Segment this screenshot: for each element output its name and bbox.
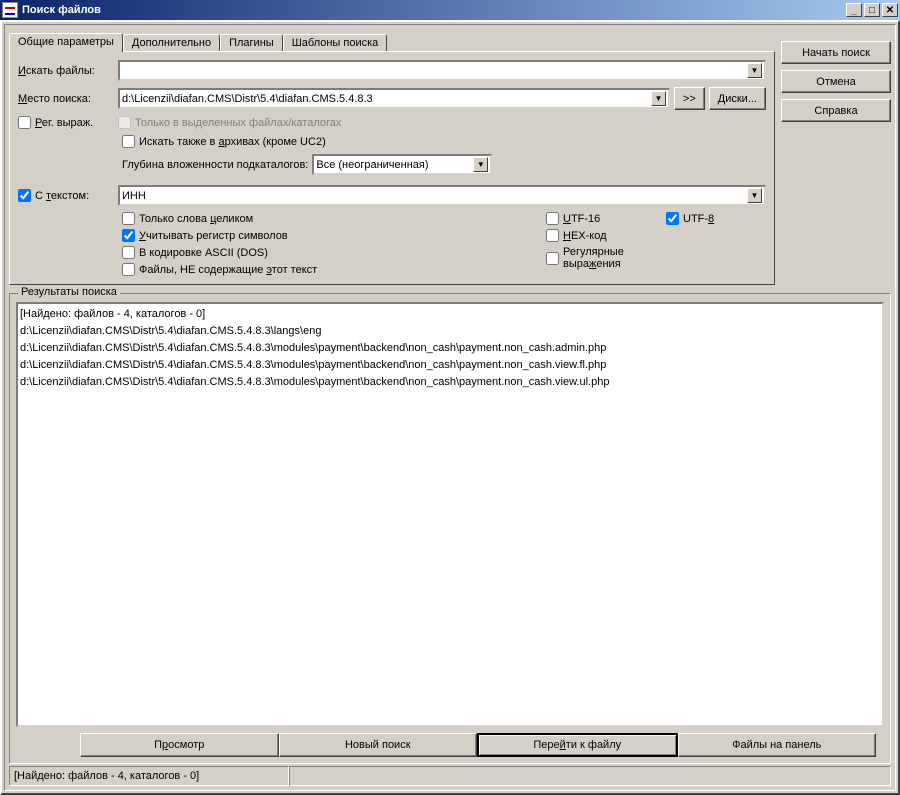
tab-advanced-label: Дополнительно	[132, 37, 211, 49]
result-item[interactable]: d:\Licenzii\diafan.CMS\Distr\5.4\diafan.…	[20, 340, 880, 357]
case-label: Учитывать регистр символов	[139, 230, 288, 242]
chevron-down-icon[interactable]: ▼	[473, 157, 488, 172]
new-search-label: Новый поиск	[345, 739, 411, 751]
more-path-label: >>	[683, 93, 696, 105]
results-legend: Результаты поиска	[18, 286, 120, 298]
tab-advanced[interactable]: Дополнительно	[123, 34, 220, 51]
start-search-button[interactable]: Начать поиск	[781, 41, 891, 64]
more-path-button[interactable]: >>	[674, 87, 705, 110]
app-icon	[2, 2, 18, 18]
label-search-files: Искать файлы:	[18, 65, 114, 77]
results-summary-row[interactable]: [Найдено: файлов - 4, каталогов - 0]	[20, 306, 880, 323]
tab-general-label: Общие параметры	[18, 36, 114, 48]
depth-value: Все (неограниченная)	[316, 159, 428, 171]
status-cell: [Найдено: файлов - 4, каталогов - 0]	[9, 766, 289, 786]
search-mask-combo[interactable]: ▼	[118, 60, 766, 81]
status-bar: [Найдено: файлов - 4, каталогов - 0]	[9, 766, 891, 786]
search-path-combo[interactable]: d:\Licenzii\diafan.CMS\Distr\5.4\diafan.…	[118, 88, 670, 109]
search-path-value: d:\Licenzii\diafan.CMS\Distr\5.4\diafan.…	[122, 93, 373, 105]
whole-words-label: Только слова целиком	[139, 213, 253, 225]
depth-combo[interactable]: Все (неограниченная) ▼	[312, 154, 492, 175]
only-selected-input	[118, 116, 131, 129]
tab-templates[interactable]: Шаблоны поиска	[283, 34, 388, 51]
case-checkbox[interactable]: Учитывать регистр символов	[122, 229, 546, 242]
depth-label: Глубина вложенности подкаталогов:	[122, 159, 308, 171]
with-text-label: С текстом:	[35, 190, 89, 202]
status-text: [Найдено: файлов - 4, каталогов - 0]	[14, 770, 199, 782]
cancel-button[interactable]: Отмена	[781, 70, 891, 93]
content-area: Общие параметры Дополнительно Плагины Ша…	[4, 24, 896, 791]
result-item[interactable]: d:\Licenzii\diafan.CMS\Distr\5.4\diafan.…	[20, 374, 880, 391]
cancel-label: Отмена	[816, 76, 855, 88]
files-to-panel-button[interactable]: Файлы на панель	[678, 733, 877, 757]
only-selected-checkbox: Только в выделенных файлах/каталогах	[118, 116, 341, 129]
utf16-checkbox[interactable]: UTF-16	[546, 212, 666, 225]
result-item[interactable]: d:\Licenzii\diafan.CMS\Distr\5.4\diafan.…	[20, 357, 880, 374]
hex-label: HEX-код	[563, 230, 607, 242]
label-search-in: Место поиска:	[18, 93, 114, 105]
regexp-text-label: Регулярные выражения	[563, 246, 666, 270]
window-title: Поиск файлов	[22, 4, 844, 16]
tab-plugins[interactable]: Плагины	[220, 34, 283, 51]
drives-button[interactable]: Диски...	[709, 87, 766, 110]
maximize-button[interactable]: □	[864, 3, 880, 17]
ascii-label: В кодировке ASCII (DOS)	[139, 247, 268, 259]
with-text-input[interactable]	[18, 189, 31, 202]
view-button[interactable]: Просмотр	[80, 733, 279, 757]
results-list[interactable]: [Найдено: файлов - 4, каталогов - 0] d:\…	[16, 302, 884, 727]
minimize-button[interactable]: _	[846, 3, 862, 17]
help-button[interactable]: Справка	[781, 99, 891, 122]
top-row: Общие параметры Дополнительно Плагины Ша…	[9, 29, 891, 285]
archives-checkbox[interactable]: Искать также в архивах (кроме UC2)	[122, 135, 326, 148]
not-containing-checkbox[interactable]: Файлы, НЕ содержащие этот текст	[122, 263, 546, 276]
utf8-checkbox[interactable]: UTF-8	[666, 212, 766, 225]
regex-label: Рег. выраж.	[35, 117, 93, 129]
with-text-checkbox[interactable]: С текстом:	[18, 189, 114, 202]
utf8-label: UTF-8	[683, 213, 714, 225]
ascii-checkbox[interactable]: В кодировке ASCII (DOS)	[122, 246, 546, 259]
only-selected-label: Только в выделенных файлах/каталогах	[135, 117, 341, 129]
regexp-text-checkbox[interactable]: Регулярные выражения	[546, 246, 666, 270]
title-bar: Поиск файлов _ □ ✕	[0, 0, 900, 20]
to-panel-label: Файлы на панель	[732, 739, 821, 751]
tab-page-general: Искать файлы: ▼ Место поиска: d:\Licenzi…	[9, 51, 775, 285]
chevron-down-icon[interactable]: ▼	[651, 91, 666, 106]
close-button[interactable]: ✕	[882, 3, 898, 17]
search-text-combo[interactable]: ИНН ▼	[118, 185, 766, 206]
archives-input[interactable]	[122, 135, 135, 148]
help-label: Справка	[814, 105, 857, 117]
window-frame: Общие параметры Дополнительно Плагины Ша…	[0, 20, 900, 795]
archives-label: Искать также в архивах (кроме UC2)	[139, 136, 326, 148]
hex-checkbox[interactable]: HEX-код	[546, 229, 666, 242]
chevron-down-icon[interactable]: ▼	[747, 188, 762, 203]
form-panel: Общие параметры Дополнительно Плагины Ша…	[9, 29, 775, 285]
tab-templates-label: Шаблоны поиска	[292, 37, 379, 49]
not-containing-label: Файлы, НЕ содержащие этот текст	[139, 264, 317, 276]
result-item[interactable]: d:\Licenzii\diafan.CMS\Distr\5.4\diafan.…	[20, 323, 880, 340]
regex-checkbox[interactable]: Рег. выраж.	[18, 116, 114, 129]
tab-general[interactable]: Общие параметры	[9, 33, 123, 52]
new-search-button[interactable]: Новый поиск	[279, 733, 478, 757]
search-text-value: ИНН	[122, 190, 146, 202]
whole-words-checkbox[interactable]: Только слова целиком	[122, 212, 546, 225]
results-group: Результаты поиска [Найдено: файлов - 4, …	[9, 293, 891, 764]
goto-file-button[interactable]: Перейти к файлу	[477, 733, 678, 757]
side-buttons: Начать поиск Отмена Справка	[781, 29, 891, 122]
regex-check-input[interactable]	[18, 116, 31, 129]
status-cell-empty	[289, 766, 891, 786]
bottom-buttons: Просмотр Новый поиск Перейти к файлу Фай…	[80, 733, 876, 757]
chevron-down-icon[interactable]: ▼	[747, 63, 762, 78]
start-search-label: Начать поиск	[802, 47, 870, 59]
tab-plugins-label: Плагины	[229, 37, 274, 49]
utf16-label: UTF-16	[563, 213, 600, 225]
tab-strip: Общие параметры Дополнительно Плагины Ша…	[9, 29, 775, 51]
